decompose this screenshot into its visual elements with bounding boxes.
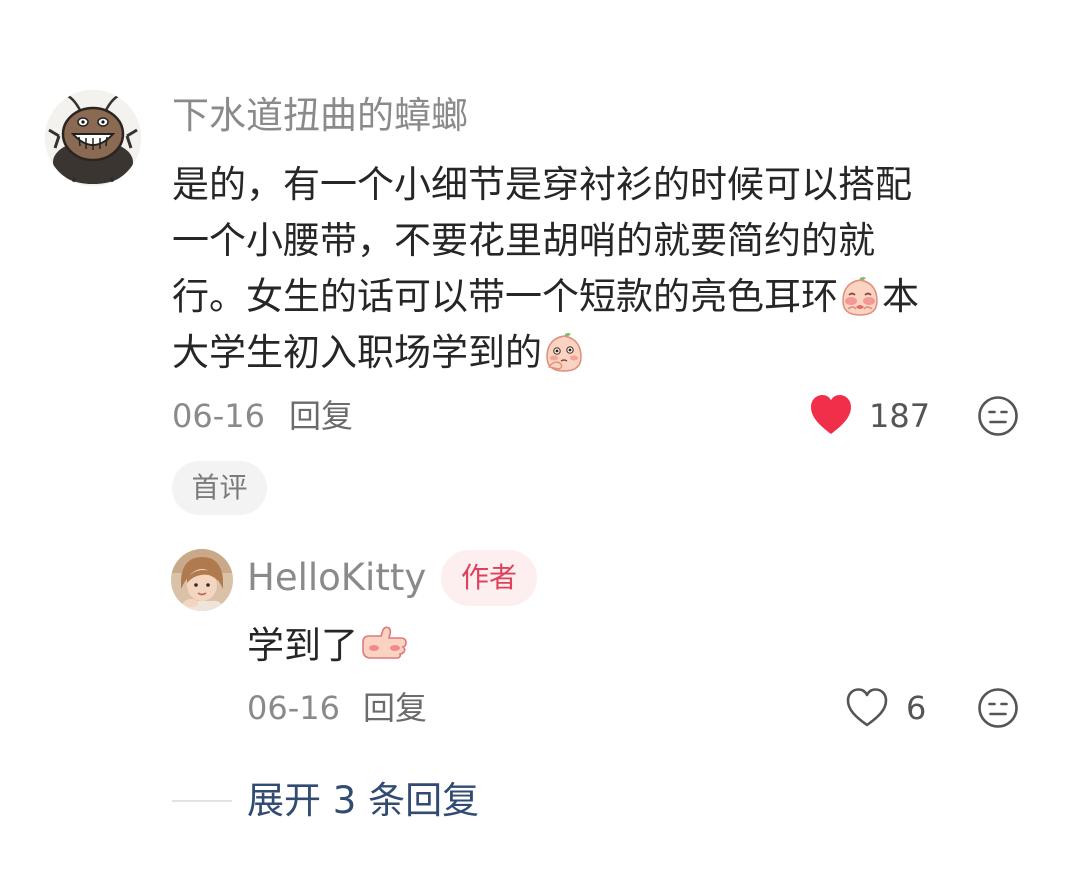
thumbs-up-emoji-icon — [362, 626, 407, 659]
reply-username[interactable]: HelloKitty — [247, 555, 426, 601]
reply-reply-button[interactable]: 回复 — [363, 688, 427, 728]
comment-reply-button[interactable]: 回复 — [289, 396, 353, 436]
comment-date: 06-16 — [172, 397, 265, 435]
meh-face-icon — [978, 396, 1018, 436]
comment-text-line: 大学生初入职场学到的 — [172, 325, 1042, 381]
reply-text: 学到了 — [247, 620, 410, 672]
thinking-peach-emoji-icon — [546, 333, 582, 372]
comment-text: 是的，有一个小细节是穿衬衫的时候可以搭配 一个小腰带，不要花里胡哨的就要简约的就… — [172, 157, 1042, 381]
girl-photo-avatar-icon — [171, 549, 233, 611]
comment-emoji-reaction-button[interactable] — [977, 395, 1019, 437]
expand-divider — [172, 800, 232, 802]
commenter-avatar[interactable] — [45, 90, 141, 186]
reply-date: 06-16 — [247, 689, 340, 727]
first-comment-badge: 首评 — [172, 461, 267, 515]
comment-text-segment: 行。女生的话可以带一个短款的亮色耳环 — [172, 275, 838, 318]
reply-text-segment: 学到了 — [247, 624, 358, 667]
comment-like-count: 187 — [869, 397, 931, 435]
author-badge: 作者 — [441, 550, 537, 606]
expand-replies-link[interactable]: 展开 3 条回复 — [247, 777, 479, 825]
heart-outline-icon — [846, 688, 888, 727]
reply-like-count: 6 — [906, 689, 927, 727]
reply-like-button[interactable] — [845, 687, 889, 729]
reply-emoji-reaction-button[interactable] — [977, 687, 1019, 729]
comment-text-line: 一个小腰带，不要花里胡哨的就要简约的就 — [172, 219, 875, 262]
comment-text-line: 行。女生的话可以带一个短款的亮色耳环 本 — [172, 269, 1042, 325]
reply-avatar[interactable] — [171, 549, 233, 611]
commenter-username[interactable]: 下水道扭曲的蟑螂 — [172, 92, 468, 140]
heart-filled-icon — [811, 395, 851, 434]
comment-text-segment: 本 — [882, 275, 919, 318]
cockroach-avatar-icon — [45, 90, 141, 186]
meh-face-icon — [978, 688, 1018, 728]
blushing-peach-emoji-icon — [842, 277, 878, 316]
comment-text-segment: 大学生初入职场学到的 — [172, 331, 542, 374]
comment-text-line: 是的，有一个小细节是穿衬衫的时候可以搭配 — [172, 163, 912, 206]
comment-like-button[interactable] — [809, 394, 853, 436]
